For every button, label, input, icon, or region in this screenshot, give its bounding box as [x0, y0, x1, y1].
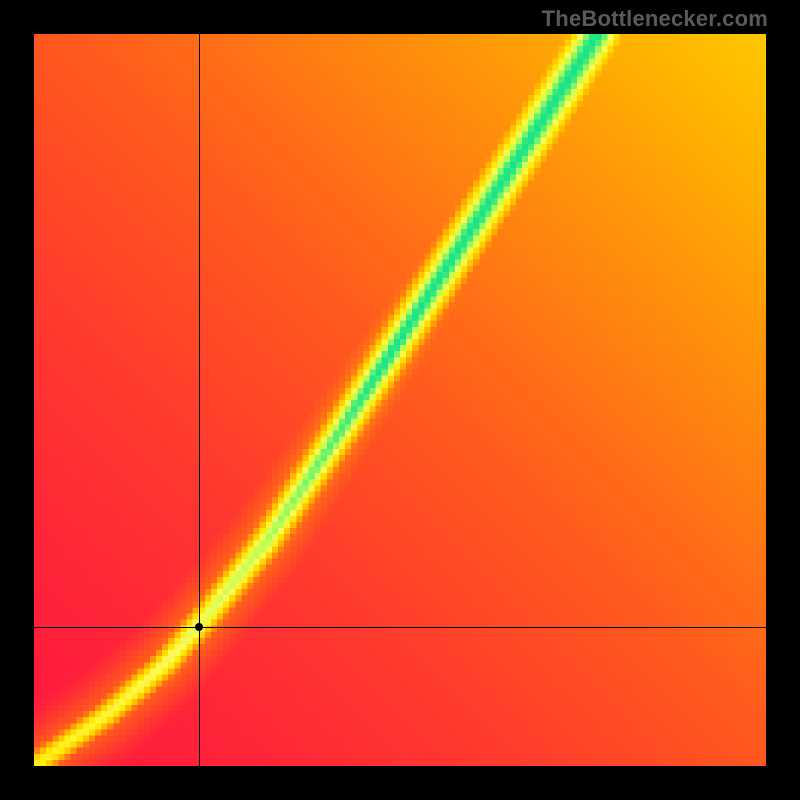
plot-area: [34, 34, 766, 766]
watermark-text: TheBottlenecker.com: [542, 6, 768, 32]
heatmap-canvas: [34, 34, 766, 766]
crosshair-horizontal: [34, 627, 766, 628]
chart-frame: TheBottlenecker.com: [0, 0, 800, 800]
crosshair-vertical: [199, 34, 200, 766]
marker-dot: [195, 623, 203, 631]
